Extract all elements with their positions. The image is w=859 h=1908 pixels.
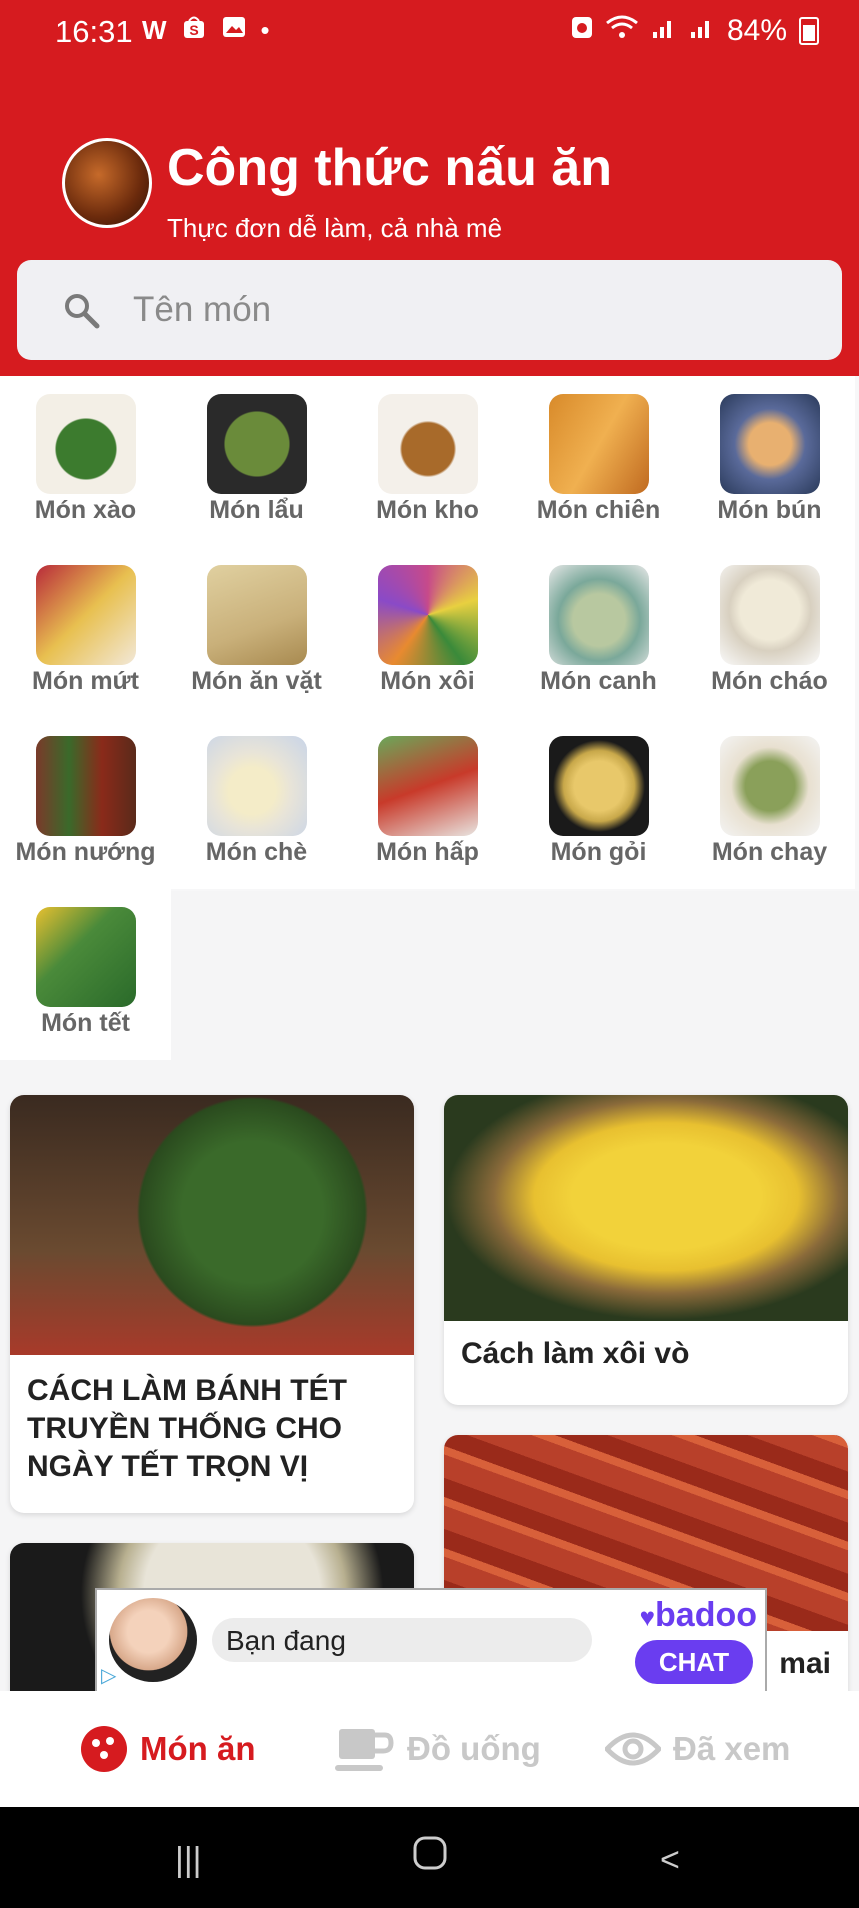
tab-do-uong[interactable]: Đồ uống xyxy=(335,1691,541,1807)
category-thumbnail xyxy=(549,565,649,665)
category-label: Món xôi xyxy=(380,667,475,695)
ad-message-bubble: Bạn đang xyxy=(212,1618,592,1662)
signal-icon xyxy=(689,14,715,48)
article-image xyxy=(444,1095,848,1321)
category-label: Món ăn vặt xyxy=(191,667,322,695)
tab-label: Đã xem xyxy=(673,1730,791,1767)
system-nav-bar: ||| < xyxy=(0,1807,859,1908)
category-label: Món chay xyxy=(711,838,828,866)
category-thumbnail xyxy=(720,736,820,836)
ad-message: Bạn đang xyxy=(226,1625,346,1656)
category-thumbnail xyxy=(378,736,478,836)
category-label: Món chè xyxy=(205,838,308,866)
ad-brand: ♥badoo xyxy=(640,1596,757,1635)
category-mon-kho[interactable]: Món kho xyxy=(342,376,513,547)
food-plate-icon xyxy=(81,1726,127,1772)
category-mon-lau[interactable]: Món lẩu xyxy=(171,376,342,547)
battery-percent: 84% xyxy=(726,14,787,47)
article-card-xoi-vo[interactable]: Cách làm xôi vò xyxy=(444,1095,848,1405)
category-label: Món tết xyxy=(41,1009,130,1037)
status-bar: 16:31 W S • 84% xyxy=(0,0,859,64)
article-card-banh-tet[interactable]: CÁCH LÀM BÁNH TÉT TRUYỀN THỐNG CHO NGÀY … xyxy=(10,1095,414,1513)
category-mon-chien[interactable]: Món chiên xyxy=(513,376,684,547)
category-thumbnail xyxy=(720,565,820,665)
category-mon-bun[interactable]: Món bún xyxy=(684,376,855,547)
app-header: 16:31 W S • 84% Công thức nấu ăn Thực đơ… xyxy=(0,0,859,376)
dot-icon: • xyxy=(260,15,270,45)
wifi-icon xyxy=(605,14,639,48)
recent-apps-icon[interactable]: ||| xyxy=(175,1841,202,1880)
category-label: Món hấp xyxy=(376,838,479,866)
app-title: Công thức nấu ăn xyxy=(167,139,612,197)
category-mon-tet[interactable]: Món tết xyxy=(0,889,171,1060)
category-label: Món bún xyxy=(717,496,822,524)
category-label: Món canh xyxy=(540,667,657,695)
category-label: Món kho xyxy=(376,496,479,524)
category-mon-chay[interactable]: Món chay xyxy=(684,718,855,889)
article-title: Cách làm xôi vò xyxy=(461,1337,690,1370)
category-mon-hap[interactable]: Món hấp xyxy=(342,718,513,889)
image-icon xyxy=(221,14,247,47)
category-mon-nuong[interactable]: Món nướng xyxy=(0,718,171,889)
ad-avatar xyxy=(109,1598,197,1682)
svg-text:S: S xyxy=(189,22,198,38)
status-time: 16:31 xyxy=(55,14,133,49)
app-subtitle: Thực đơn dễ làm, cả nhà mê xyxy=(167,213,503,243)
search-icon xyxy=(65,294,100,329)
tab-label: Món ăn xyxy=(140,1730,256,1767)
signal-icon xyxy=(651,14,677,48)
ad-brand-label: badoo xyxy=(655,1596,757,1634)
category-mon-xao[interactable]: Món xào xyxy=(0,376,171,547)
category-label: Món xào xyxy=(34,496,137,524)
category-mon-che[interactable]: Món chè xyxy=(171,718,342,889)
battery-icon xyxy=(799,17,819,45)
alarm-icon xyxy=(571,14,593,48)
category-thumbnail xyxy=(720,394,820,494)
bottom-tab-bar: Món ăn Đồ uống Đã xem xyxy=(0,1691,859,1807)
ad-chat-button[interactable]: CHAT xyxy=(635,1640,753,1684)
w-app-icon: W xyxy=(142,15,167,45)
tab-da-xem[interactable]: Đã xem xyxy=(605,1691,790,1807)
back-icon[interactable]: < xyxy=(660,1841,680,1880)
eye-icon xyxy=(605,1732,661,1766)
category-thumbnail xyxy=(36,736,136,836)
ad-banner[interactable]: Bạn đang ♥badoo CHAT ▷ xyxy=(95,1588,767,1694)
category-thumbnail xyxy=(207,394,307,494)
home-icon[interactable] xyxy=(412,1835,448,1880)
shop-icon: S xyxy=(181,14,207,47)
search-placeholder: Tên món xyxy=(133,290,272,329)
category-label: Món gỏi xyxy=(550,838,647,866)
tab-label: Đồ uống xyxy=(407,1730,541,1767)
search-input[interactable]: Tên món xyxy=(17,260,842,360)
heart-icon: ♥ xyxy=(639,1602,656,1632)
category-thumbnail xyxy=(549,736,649,836)
category-mon-chao[interactable]: Món cháo xyxy=(684,547,855,718)
category-label: Món lẩu xyxy=(209,496,304,524)
category-thumbnail xyxy=(36,907,136,1007)
category-mon-an-vat[interactable]: Món ăn vặt xyxy=(171,547,342,718)
coffee-cup-icon xyxy=(335,1729,394,1771)
category-mon-canh[interactable]: Món canh xyxy=(513,547,684,718)
category-thumbnail xyxy=(378,565,478,665)
tab-mon-an[interactable]: Món ăn xyxy=(80,1691,255,1807)
category-label: Món chiên xyxy=(536,496,661,524)
category-thumbnail xyxy=(36,565,136,665)
app-logo xyxy=(62,138,152,228)
category-mon-xoi[interactable]: Món xôi xyxy=(342,547,513,718)
article-image xyxy=(10,1095,414,1355)
category-mon-mut[interactable]: Món mứt xyxy=(0,547,171,718)
ad-info-icon[interactable]: ▷ xyxy=(101,1663,116,1688)
category-thumbnail xyxy=(549,394,649,494)
category-thumbnail xyxy=(378,394,478,494)
article-title: CÁCH LÀM BÁNH TÉT TRUYỀN THỐNG CHO NGÀY … xyxy=(27,1374,347,1483)
category-label: Món mứt xyxy=(32,667,139,695)
category-label: Món cháo xyxy=(711,667,828,695)
category-thumbnail xyxy=(36,394,136,494)
category-thumbnail xyxy=(207,565,307,665)
category-mon-goi[interactable]: Món gỏi xyxy=(513,718,684,889)
category-thumbnail xyxy=(207,736,307,836)
category-grid: Món xào Món lẩu Món kho Món chiên Món bú… xyxy=(0,376,859,1060)
category-label: Món nướng xyxy=(15,838,156,866)
